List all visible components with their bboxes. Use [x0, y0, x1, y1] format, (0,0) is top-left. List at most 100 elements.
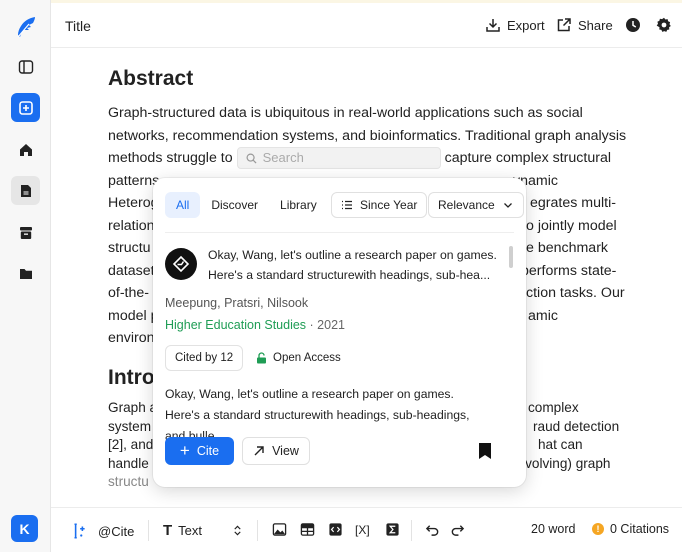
plus-icon: + [179, 441, 190, 460]
image-icon[interactable] [272, 522, 287, 537]
archive-icon[interactable] [11, 218, 40, 247]
doc-text: Graph a [108, 400, 158, 415]
divider [165, 232, 514, 233]
folder-icon[interactable] [11, 259, 40, 288]
result-journal: Higher Education Studies · 2021 [165, 318, 345, 332]
divider [148, 520, 149, 541]
view-button-label: View [272, 444, 299, 458]
doc-text: structu [108, 240, 151, 256]
doc-line: methods struggle to Search capture complex… [108, 147, 628, 170]
cursor-plus-icon [74, 523, 85, 539]
sort-select[interactable]: Relevance [428, 192, 524, 218]
gear-icon[interactable] [656, 17, 672, 33]
sort-label: Relevance [438, 198, 495, 212]
share-button[interactable]: Share [556, 17, 613, 33]
doc-text: e benchmark [526, 240, 609, 256]
abstract-heading: Abstract [108, 67, 194, 90]
doc-text: ction tasks. Our [526, 285, 625, 301]
doc-text: patterns [108, 172, 160, 189]
open-access-label: Open Access [273, 352, 341, 364]
inline-search-input[interactable]: Search [236, 147, 441, 170]
math-inline-icon[interactable]: [X] [355, 523, 370, 537]
history-clock-icon[interactable] [625, 17, 641, 33]
insert-citation-tool[interactable]: @Cite [70, 522, 134, 540]
doc-text: dataset [108, 262, 155, 279]
doc-line: networks, recommendation systems, and bi… [108, 127, 627, 144]
cite-button-label: Cite [196, 444, 220, 458]
since-year-filter[interactable]: Since Year [331, 192, 428, 218]
list-filter-icon [342, 200, 352, 210]
redo-icon[interactable] [450, 522, 465, 537]
cite-button[interactable]: + Cite [165, 437, 234, 465]
result-authors: Meepung, Pratsri, Nilsook [165, 296, 309, 310]
text-style-icon: T [163, 522, 173, 539]
citations-status[interactable]: ! 0 Citations [592, 522, 669, 536]
citations-label: 0 Citations [610, 522, 670, 536]
doc-text: Heterog [108, 195, 159, 211]
feather-logo-icon[interactable] [11, 12, 40, 41]
doc-text: relation [108, 217, 155, 234]
view-button[interactable]: View [242, 437, 310, 465]
new-document-button[interactable] [11, 93, 40, 122]
text-style-label: Text [178, 523, 203, 538]
doc-text: system [108, 418, 152, 434]
home-icon[interactable] [11, 135, 40, 164]
arrow-up-right-icon [254, 446, 264, 456]
doc-text: methods struggle to [108, 150, 233, 166]
editor-toolbar: @Cite T Text [X] 20 word ! 0 Citations [51, 507, 682, 552]
divider [411, 520, 412, 541]
doc-text: complex [528, 400, 579, 415]
documents-icon[interactable] [11, 176, 40, 205]
avatar[interactable]: K [11, 515, 38, 542]
doc-text: raud detection [533, 418, 620, 434]
doc-text: o jointly model [526, 217, 617, 234]
lock-open-icon [257, 352, 266, 364]
doc-text: -evolving) graph [513, 455, 611, 471]
text-style-select[interactable]: T Text [163, 522, 243, 539]
bookmark-icon[interactable] [478, 442, 492, 460]
doc-text: handle [108, 455, 149, 471]
doc-text: hat can [538, 437, 583, 452]
cite-tool-label: @Cite [98, 523, 135, 539]
tab-discover[interactable]: Discover [200, 192, 269, 218]
search-icon [246, 153, 257, 164]
undo-icon[interactable] [425, 522, 440, 537]
doc-text: capture complex structural [444, 150, 611, 166]
code-block-icon[interactable] [328, 522, 343, 537]
source-tabs: All Discover Library [165, 192, 328, 218]
search-results-popup: All Discover Library Since Year Relevanc… [153, 178, 526, 487]
doc-text: egrates multi- [530, 195, 616, 211]
warning-icon: ! [592, 523, 604, 535]
document-title[interactable]: Title [65, 18, 91, 34]
table-icon[interactable] [300, 522, 315, 537]
doc-text: [2], and [108, 437, 154, 452]
export-button[interactable]: Export [485, 17, 545, 33]
doc-text: model p [108, 307, 159, 324]
open-access-badge: Open Access [256, 345, 341, 371]
doc-text: performs state- [521, 262, 617, 279]
export-label: Export [507, 17, 545, 33]
sidebar: K [0, 0, 51, 552]
doc-line: Graph-structured data is ubiquitous in r… [108, 105, 583, 121]
cited-by-badge[interactable]: Cited by 12 [165, 345, 244, 371]
word-count: 20 word [531, 522, 576, 536]
toggle-sidebar-icon[interactable] [11, 52, 40, 81]
doc-text: amic [528, 307, 558, 324]
download-icon [486, 19, 500, 32]
share-label: Share [578, 17, 613, 33]
tab-all[interactable]: All [165, 192, 201, 218]
search-placeholder: Search [262, 150, 304, 165]
journal-name[interactable]: Higher Education Studies [165, 318, 306, 332]
chevron-down-icon [503, 203, 512, 208]
header: Title Export Share [51, 3, 682, 48]
chevron-updown-icon [234, 525, 241, 536]
share-icon [557, 18, 571, 32]
tab-library[interactable]: Library [269, 192, 328, 218]
doc-text: of-the- [108, 285, 150, 301]
result-year: · 2021 [306, 318, 345, 332]
divider [257, 520, 258, 541]
publisher-logo-icon [165, 248, 197, 280]
sigma-icon[interactable] [385, 522, 400, 537]
result-title[interactable]: Okay, Wang, let's outline a research pap… [208, 245, 498, 285]
popup-scrollbar[interactable] [509, 246, 513, 268]
